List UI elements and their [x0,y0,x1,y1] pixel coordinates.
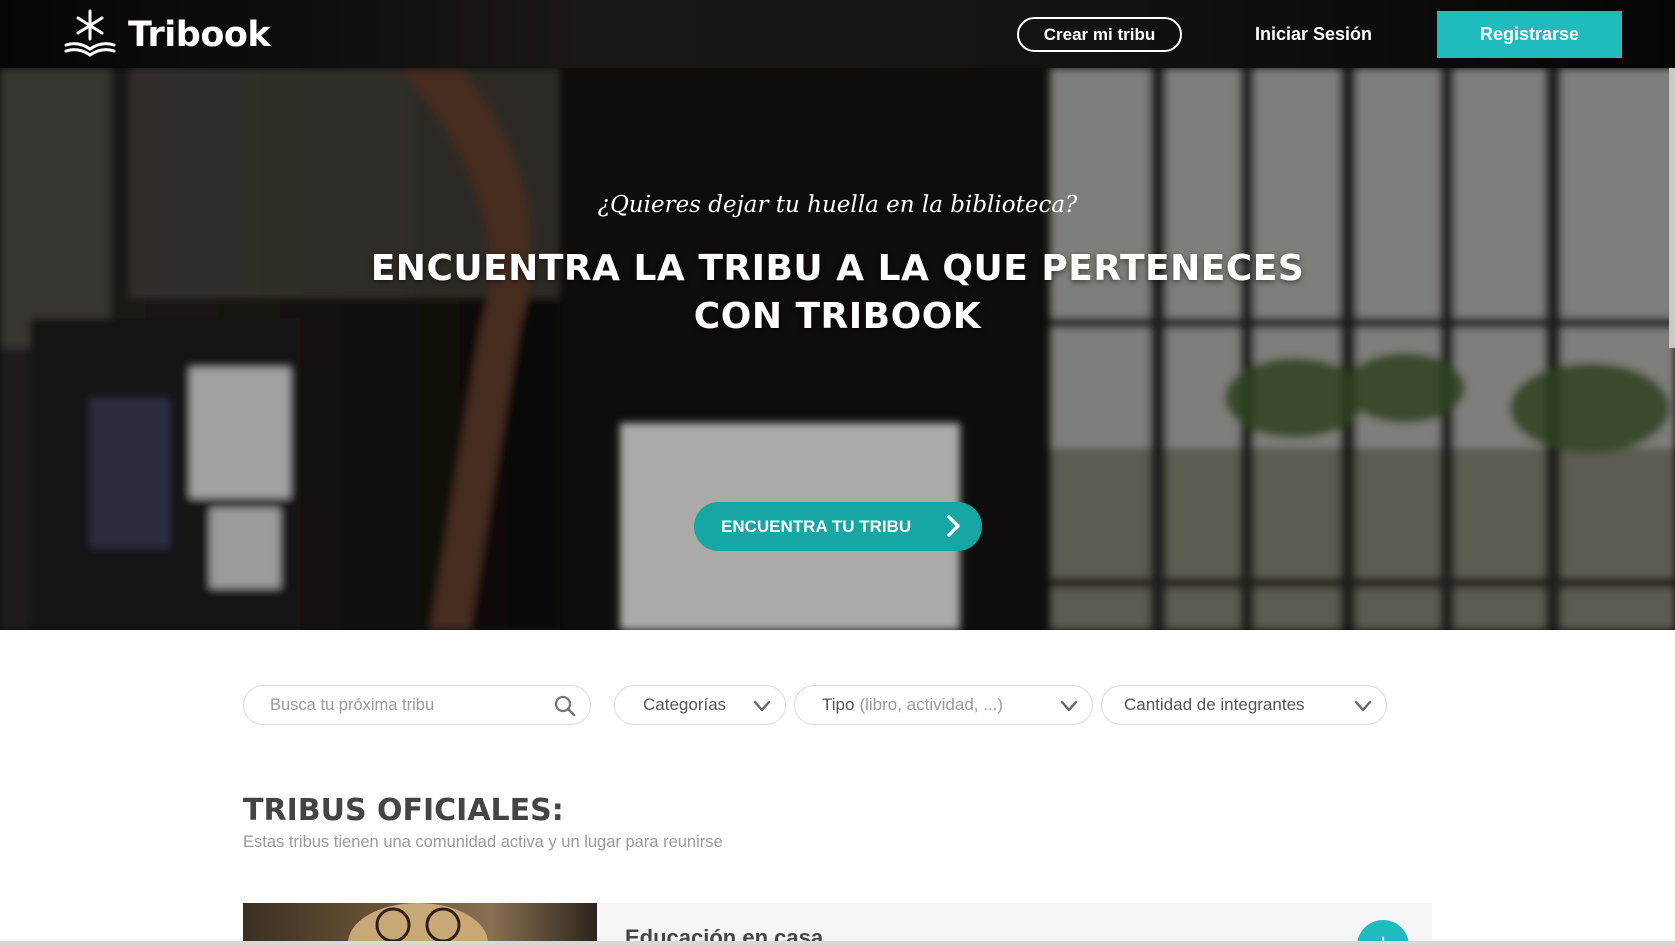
chevron-right-icon [947,515,960,537]
search-placeholder: Busca tu próxima tribu [270,695,435,714]
search-icon[interactable] [554,695,576,717]
hero-banner: ¿Quieres dejar tu huella en la bibliotec… [0,68,1675,630]
tribe-card[interactable]: Educación en casa + [597,903,1432,945]
categories-dropdown[interactable]: Categorías [614,685,786,725]
chevron-down-icon [753,700,771,712]
brand-name: Tribook [128,15,271,55]
official-tribes-heading: TRIBUS OFICIALES: [243,793,564,828]
page-scrollbar[interactable] [1669,68,1675,348]
hero-title-line-2: CON TRIBOOK [693,296,982,337]
register-button[interactable]: Registrarse [1437,11,1622,58]
hero-title: ENCUENTRA LA TRIBU A LA QUE PERTENECES C… [0,245,1675,341]
reader-photo [348,903,488,945]
type-hint: (libro, actividad, ...) [859,695,1004,714]
chevron-down-icon [1060,700,1078,712]
official-tribes-subtitle: Estas tribus tienen una comunidad activa… [243,833,723,851]
create-tribe-button[interactable]: Crear mi tribu [1017,17,1182,52]
book-logo-icon [64,9,116,57]
brand-home-link[interactable]: Tribook [62,9,271,61]
members-label: Cantidad de integrantes [1124,695,1305,714]
type-label: Tipo [822,695,855,714]
login-link[interactable]: Iniciar Sesión [1255,24,1372,45]
find-tribe-label: ENCUENTRA TU TRIBU [721,516,912,536]
hero-title-line-1: ENCUENTRA LA TRIBU A LA QUE PERTENECES [370,248,1305,289]
hero-question: ¿Quieres dejar tu huella en la bibliotec… [597,192,1078,218]
chevron-down-icon [1354,700,1372,712]
type-dropdown[interactable]: Tipo (libro, actividad, ...) [794,685,1093,725]
window-bottom-edge [0,941,1675,945]
tribe-card-image[interactable] [243,903,597,945]
categories-label: Categorías [643,695,727,714]
top-navbar: Tribook Crear mi tribu Iniciar Sesión Re… [0,0,1675,68]
members-dropdown[interactable]: Cantidad de integrantes [1101,685,1387,725]
find-tribe-button[interactable]: ENCUENTRA TU TRIBU [694,502,982,551]
search-input[interactable]: Busca tu próxima tribu [243,685,591,725]
